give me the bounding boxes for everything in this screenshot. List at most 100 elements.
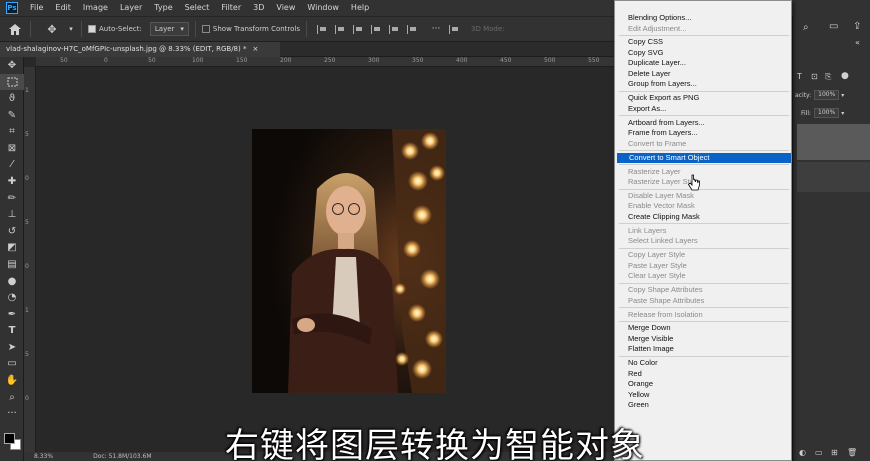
- foreground-color-swatch[interactable]: [4, 433, 15, 444]
- workspace-icon[interactable]: ▭: [829, 21, 838, 32]
- document-tab[interactable]: vlad-shalaginov-H7C_oMfGPIc-unsplash.jpg…: [0, 42, 280, 57]
- menu-window[interactable]: Window: [301, 0, 345, 16]
- menu-item-merge-down[interactable]: Merge Down: [616, 323, 791, 334]
- pen-tool-icon[interactable]: ✒: [0, 306, 24, 323]
- menu-select[interactable]: Select: [179, 0, 216, 16]
- align-left-icon[interactable]: [317, 24, 327, 34]
- layer-row[interactable]: [797, 162, 870, 192]
- chevron-down-icon: ▾: [180, 25, 184, 33]
- frame-tool-icon[interactable]: ⊠: [0, 140, 24, 157]
- auto-select-check-box[interactable]: [88, 25, 96, 33]
- menu-item-copy-css[interactable]: Copy CSS: [616, 37, 791, 48]
- home-icon[interactable]: [6, 20, 24, 38]
- crop-tool-icon[interactable]: ⌗: [0, 123, 24, 140]
- new-group-icon[interactable]: ▭: [815, 448, 823, 457]
- opacity-field[interactable]: 100%: [814, 90, 840, 100]
- show-transform-check-box[interactable]: [201, 25, 210, 33]
- filter-type-icon[interactable]: T: [797, 72, 802, 81]
- menu-item-flatten-image[interactable]: Flatten Image: [616, 344, 791, 355]
- filter-smart-object-icon[interactable]: ⎘: [825, 72, 831, 82]
- menu-item-merge-visible[interactable]: Merge Visible: [616, 334, 791, 345]
- fill-field[interactable]: 100%: [814, 108, 840, 118]
- blur-tool-icon[interactable]: ●: [0, 273, 24, 290]
- menu-filter[interactable]: Filter: [215, 0, 247, 16]
- menu-item-blending-options[interactable]: Blending Options...: [616, 13, 791, 24]
- history-brush-tool-icon[interactable]: ↺: [0, 223, 24, 240]
- auto-select-target-dropdown[interactable]: Layer ▾: [149, 22, 189, 36]
- ruler-tick: 350: [412, 57, 424, 64]
- move-tool-icon[interactable]: ✥: [43, 20, 61, 38]
- layer-row-selected[interactable]: [797, 124, 870, 160]
- eyedropper-tool-icon[interactable]: ⁄: [0, 157, 24, 174]
- menu-file[interactable]: File: [24, 0, 49, 16]
- rectangle-tool-icon[interactable]: ▭: [0, 356, 24, 373]
- close-tab-icon[interactable]: ×: [252, 42, 258, 57]
- opacity-label: acity:: [795, 91, 812, 99]
- align-middle-icon[interactable]: [389, 24, 399, 34]
- show-transform-controls-checkbox[interactable]: Show Transform Controls: [201, 25, 300, 33]
- align-top-icon[interactable]: [371, 24, 381, 34]
- filter-shape-icon[interactable]: ⊡: [811, 72, 818, 81]
- more-options-icon[interactable]: ···: [427, 20, 445, 38]
- quick-selection-tool-icon[interactable]: ✎: [0, 107, 24, 124]
- align-center-icon[interactable]: [335, 24, 345, 34]
- new-layer-icon[interactable]: ⊞: [831, 448, 838, 457]
- distribute-icon[interactable]: [449, 24, 459, 34]
- menu-item-quick-export-as-png[interactable]: Quick Export as PNG: [616, 93, 791, 104]
- share-icon[interactable]: ⇪: [853, 21, 861, 32]
- menu-separator: [619, 247, 789, 249]
- menu-3d[interactable]: 3D: [247, 0, 270, 16]
- menu-help[interactable]: Help: [345, 0, 375, 16]
- align-right-icon[interactable]: [353, 24, 363, 34]
- chevron-down-icon[interactable]: ▾: [841, 110, 844, 117]
- path-selection-tool-icon[interactable]: ➤: [0, 339, 24, 356]
- hand-tool-icon[interactable]: ✋: [0, 372, 24, 389]
- menu-item-group-from-layers[interactable]: Group from Layers...: [616, 79, 791, 90]
- filter-toggle-icon[interactable]: ●: [841, 71, 849, 81]
- eraser-tool-icon[interactable]: ◩: [0, 240, 24, 257]
- auto-select-checkbox[interactable]: Auto-Select:: [88, 25, 142, 33]
- menu-item-no-color[interactable]: No Color: [616, 358, 791, 369]
- healing-brush-tool-icon[interactable]: ✚: [0, 173, 24, 190]
- menu-item-green[interactable]: Green: [616, 400, 791, 411]
- more-tools-icon[interactable]: ···: [0, 405, 24, 422]
- gradient-tool-icon[interactable]: ▤: [0, 256, 24, 273]
- menu-item-duplicate-layer[interactable]: Duplicate Layer...: [616, 58, 791, 69]
- delete-layer-icon[interactable]: 🗑: [847, 448, 857, 457]
- menu-item-export-as[interactable]: Export As...: [616, 104, 791, 115]
- ruler-tick: 5: [25, 219, 29, 226]
- menu-item-yellow[interactable]: Yellow: [616, 390, 791, 401]
- adjustment-layer-icon[interactable]: ◐: [799, 448, 806, 457]
- menu-layer[interactable]: Layer: [114, 0, 148, 16]
- menu-item-orange[interactable]: Orange: [616, 379, 791, 390]
- align-bottom-icon[interactable]: [407, 24, 417, 34]
- menu-view[interactable]: View: [270, 0, 301, 16]
- mouse-cursor-icon: [687, 174, 700, 191]
- dodge-tool-icon[interactable]: ◔: [0, 289, 24, 306]
- canvas-area[interactable]: [36, 68, 616, 452]
- menu-image[interactable]: Image: [77, 0, 114, 16]
- menu-item-frame-from-layers[interactable]: Frame from Layers...: [616, 128, 791, 139]
- menu-item-artboard-from-layers[interactable]: Artboard from Layers...: [616, 118, 791, 129]
- clone-stamp-tool-icon[interactable]: ⊥: [0, 206, 24, 223]
- zoom-tool-icon[interactable]: ⌕: [0, 389, 24, 406]
- move-tool-icon[interactable]: ✥: [0, 57, 24, 74]
- menu-edit[interactable]: Edit: [49, 0, 77, 16]
- brush-tool-icon[interactable]: ✏: [0, 190, 24, 207]
- search-icon[interactable]: ⌕: [803, 22, 809, 33]
- menu-item-create-clipping-mask[interactable]: Create Clipping Mask: [616, 212, 791, 223]
- menu-item-red[interactable]: Red: [616, 369, 791, 380]
- portrait-photo[interactable]: [252, 129, 446, 393]
- menu-item-delete-layer[interactable]: Delete Layer: [616, 69, 791, 80]
- collapse-panel-icon[interactable]: «: [855, 38, 860, 47]
- lasso-tool-icon[interactable]: ϑ: [0, 90, 24, 107]
- menu-type[interactable]: Type: [148, 0, 178, 16]
- menu-item-copy-svg[interactable]: Copy SVG: [616, 48, 791, 59]
- menu-item-convert-to-smart-object[interactable]: Convert to Smart Object: [617, 152, 791, 164]
- chevron-down-icon[interactable]: ▾: [67, 20, 75, 38]
- marquee-tool-icon[interactable]: [0, 73, 24, 91]
- color-swatches[interactable]: [4, 433, 22, 451]
- type-tool-icon[interactable]: T: [0, 323, 24, 340]
- zoom-level[interactable]: 8.33%: [34, 452, 53, 461]
- chevron-down-icon[interactable]: ▾: [841, 92, 844, 99]
